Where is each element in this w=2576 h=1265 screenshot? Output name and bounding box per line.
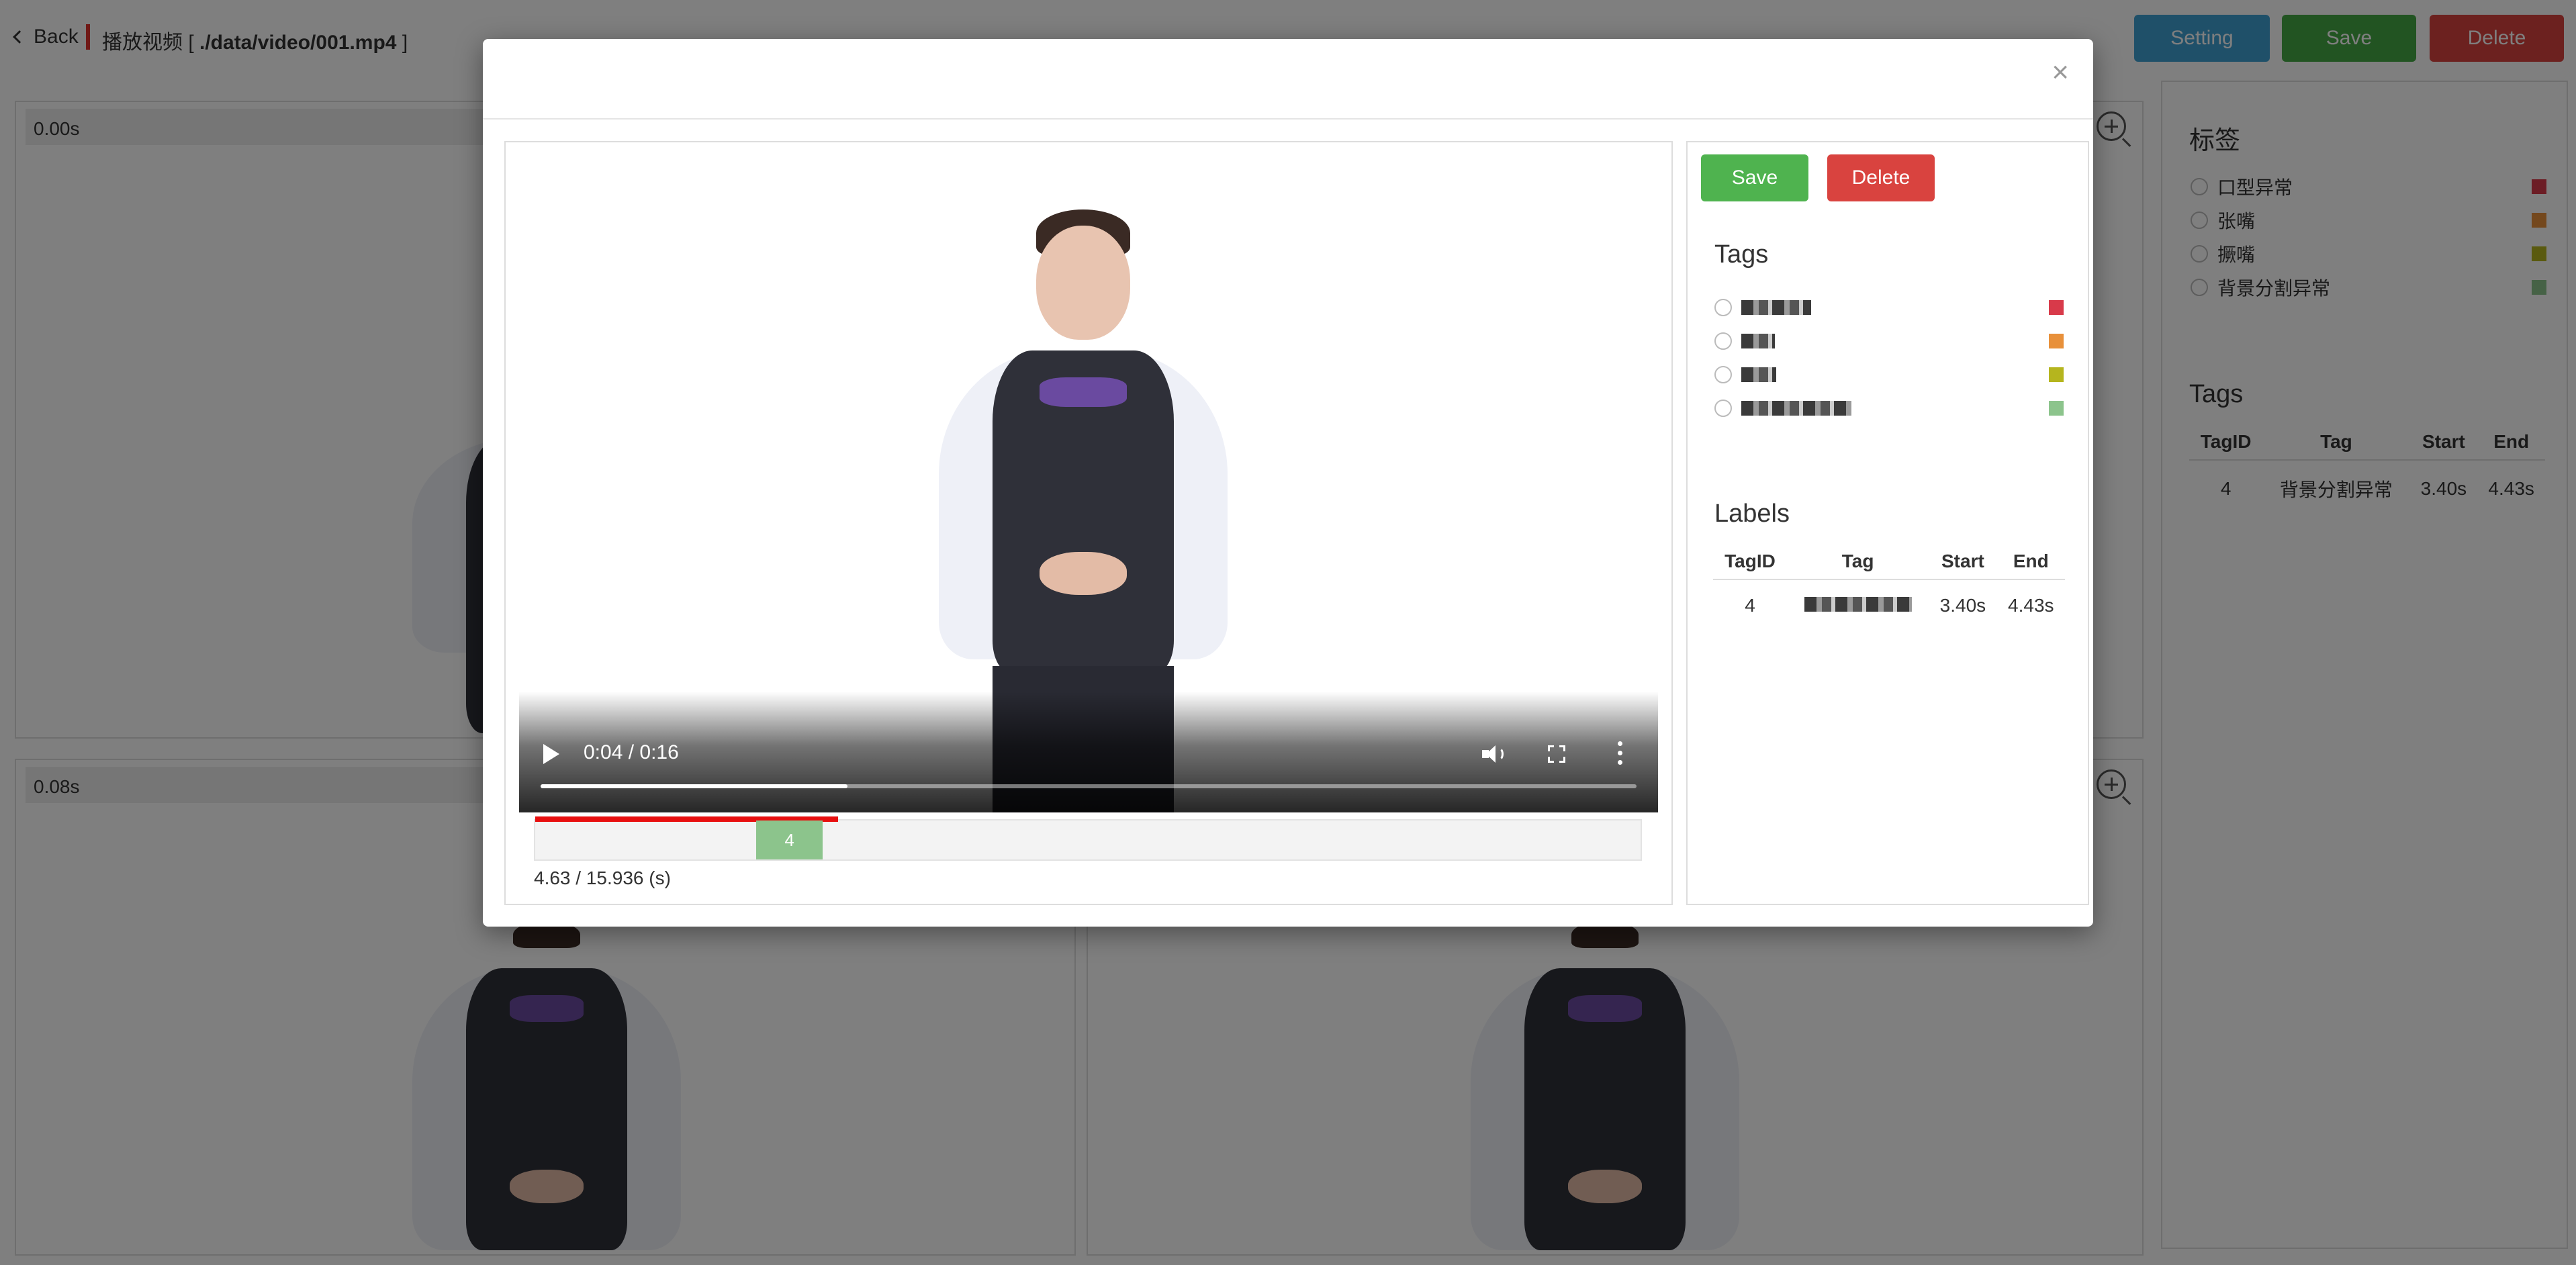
cell-start: 3.40s: [1939, 595, 1986, 616]
redacted-label: [1804, 597, 1912, 612]
fullscreen-icon[interactable]: [1548, 745, 1565, 763]
redacted-label: [1741, 300, 1811, 315]
column-header[interactable]: TagID: [1713, 544, 1788, 580]
modal-delete-button[interactable]: Delete: [1827, 154, 1935, 201]
video-panel: 0:04 / 0:16 4 4.63 / 15.936 (s): [504, 141, 1673, 905]
radio-icon[interactable]: [1714, 332, 1732, 350]
modal-save-button[interactable]: Save: [1701, 154, 1808, 201]
video-controls: 0:04 / 0:16: [519, 692, 1658, 812]
modal-tag-option[interactable]: [1714, 294, 2064, 321]
modal-labels-table: TagID Tag Start End 4 3.40s 4.43s: [1713, 544, 2065, 631]
modal-tag-option[interactable]: [1714, 361, 2064, 388]
video-modal: × 0:04 / 0:16 4 4.63 / 15.936 (s) Save D…: [483, 39, 2093, 927]
volume-icon[interactable]: [1482, 744, 1504, 764]
cell-tag-id: 4: [1745, 595, 1755, 616]
redacted-label: [1741, 334, 1775, 348]
video-seek-bar[interactable]: [541, 784, 1637, 788]
timeline-segment[interactable]: 4: [756, 821, 823, 859]
modal-header: ×: [483, 39, 2093, 120]
modal-tag-option[interactable]: [1714, 395, 2064, 422]
column-header[interactable]: Start: [1929, 544, 1997, 580]
annotation-panel: Save Delete Tags Labels TagID Tag Start …: [1686, 141, 2089, 905]
video-player[interactable]: 0:04 / 0:16: [519, 156, 1658, 812]
tag-color-swatch: [2049, 334, 2064, 348]
modal-labels-heading: Labels: [1714, 500, 1790, 528]
cell-tag: [1787, 579, 1929, 631]
modal-tag-option[interactable]: [1714, 328, 2064, 355]
video-time-label: 0:04 / 0:16: [584, 741, 679, 763]
redacted-label: [1741, 401, 1851, 416]
annotation-timeline[interactable]: 4: [534, 816, 1642, 861]
tag-color-swatch: [2049, 367, 2064, 382]
video-seek-progress: [541, 784, 847, 788]
more-options-icon[interactable]: [1618, 741, 1623, 765]
redacted-label: [1741, 367, 1776, 382]
column-header[interactable]: Tag: [1787, 544, 1929, 580]
table-row[interactable]: 4 3.40s 4.43s: [1713, 579, 2065, 631]
tag-color-swatch: [2049, 300, 2064, 315]
column-header[interactable]: End: [1996, 544, 2065, 580]
radio-icon[interactable]: [1714, 400, 1732, 417]
close-icon[interactable]: ×: [2052, 58, 2069, 87]
cell-end: 4.43s: [2008, 595, 2054, 616]
timeline-time-readout: 4.63 / 15.936 (s): [534, 868, 671, 888]
radio-icon[interactable]: [1714, 299, 1732, 316]
modal-tags-heading: Tags: [1714, 240, 1769, 269]
play-icon[interactable]: [543, 744, 559, 764]
radio-icon[interactable]: [1714, 366, 1732, 383]
tag-color-swatch: [2049, 401, 2064, 416]
